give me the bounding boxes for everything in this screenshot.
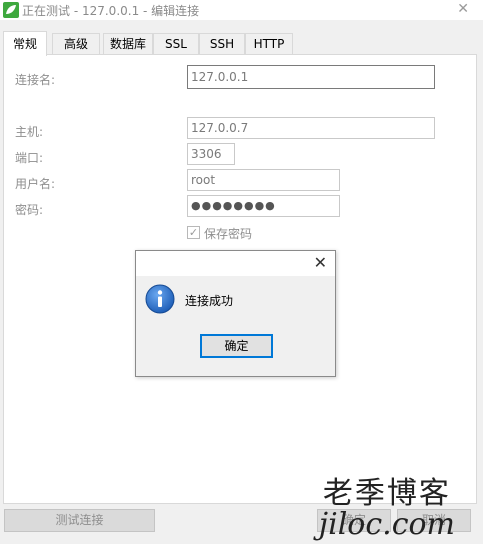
- window-close-icon[interactable]: ✕: [457, 1, 469, 17]
- connection-name-input[interactable]: 127.0.0.1: [187, 65, 435, 89]
- connection-name-label: 连接名:: [15, 73, 56, 87]
- watermark: 老季博客 jiloc.com: [319, 478, 455, 540]
- connection-success-dialog: ✕ 连接成功 确定: [135, 250, 336, 377]
- port-label: 端口:: [15, 151, 44, 165]
- window-title: 正在测试 - 127.0.0.1 - 编辑连接: [22, 4, 200, 18]
- checkmark-icon: ✓: [188, 226, 199, 239]
- tab-http[interactable]: HTTP: [245, 33, 293, 54]
- dialog-body: 连接成功 确定: [136, 276, 335, 376]
- dialog-close-icon[interactable]: ✕: [314, 253, 327, 272]
- password-label: 密码:: [15, 203, 44, 217]
- test-connection-button[interactable]: 测试连接: [4, 509, 155, 532]
- tab-ssh[interactable]: SSH: [199, 33, 245, 54]
- tab-advanced[interactable]: 高级: [52, 33, 100, 54]
- dialog-title-bar: ✕: [136, 251, 335, 276]
- watermark-url: jiloc.com: [318, 507, 455, 542]
- port-input[interactable]: 3306: [187, 143, 235, 165]
- dialog-ok-button[interactable]: 确定: [200, 334, 273, 358]
- app-leaf-icon: [3, 2, 19, 18]
- host-input[interactable]: 127.0.0.7: [187, 117, 435, 139]
- tab-database[interactable]: 数据库: [103, 33, 153, 54]
- title-bar: 正在测试 - 127.0.0.1 - 编辑连接 ✕: [0, 0, 483, 20]
- tab-ssl[interactable]: SSL: [153, 33, 199, 54]
- password-input[interactable]: ●●●●●●●●: [187, 195, 340, 217]
- tab-general[interactable]: 常规: [3, 31, 47, 56]
- save-password-checkbox[interactable]: ✓: [187, 226, 200, 239]
- save-password-label: 保存密码: [204, 227, 253, 241]
- username-input[interactable]: root: [187, 169, 340, 191]
- username-label: 用户名:: [15, 177, 56, 191]
- watermark-title: 老季博客: [322, 476, 451, 511]
- dialog-message: 连接成功: [185, 294, 234, 308]
- host-label: 主机:: [15, 125, 44, 139]
- info-icon: [145, 284, 175, 314]
